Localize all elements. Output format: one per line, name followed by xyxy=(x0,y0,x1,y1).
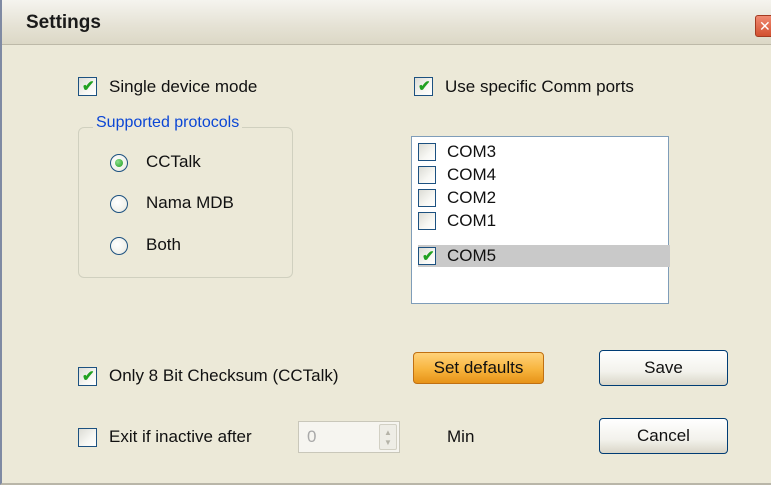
list-item-com4[interactable]: COM4 xyxy=(418,164,670,186)
checkmark-icon: ✔ xyxy=(422,248,435,265)
checkmark-icon: ✔ xyxy=(82,78,95,95)
radio-cctalk-label: CCTalk xyxy=(146,152,201,171)
com4-label: COM4 xyxy=(447,165,497,184)
single-device-checkbox[interactable]: ✔ xyxy=(78,77,97,96)
set-defaults-button[interactable]: Set defaults xyxy=(413,352,544,384)
title-bar[interactable]: Settings ✕ xyxy=(2,0,771,45)
checkmark-icon: ✔ xyxy=(82,368,95,385)
list-item-com5[interactable]: ✔ COM5 xyxy=(418,245,670,267)
exit-inactive-checkbox[interactable] xyxy=(78,428,97,447)
protocols-legend: Supported protocols xyxy=(93,114,243,132)
list-item-com3[interactable]: COM3 xyxy=(418,141,670,163)
com1-label: COM1 xyxy=(447,211,497,230)
list-item-com1[interactable]: COM1 xyxy=(418,210,670,232)
com2-label: COM2 xyxy=(447,188,497,207)
list-item-com2[interactable]: COM2 xyxy=(418,187,670,209)
spin-buttons[interactable]: ▲ ▼ xyxy=(379,424,397,450)
checksum-checkbox[interactable]: ✔ xyxy=(78,367,97,386)
radio-selected-dot-icon xyxy=(115,159,123,167)
exit-inactive-label: Exit if inactive after xyxy=(109,427,252,446)
window-title: Settings xyxy=(26,12,101,33)
com5-checkbox[interactable]: ✔ xyxy=(418,247,436,265)
save-button[interactable]: Save xyxy=(599,350,728,386)
settings-dialog: Settings ✕ ✔ Single device mode Supporte… xyxy=(0,0,771,485)
com1-checkbox[interactable] xyxy=(418,212,436,230)
spin-up-icon[interactable]: ▲ xyxy=(384,428,392,437)
radio-nama-mdb[interactable] xyxy=(110,195,128,213)
radio-both[interactable] xyxy=(110,237,128,255)
close-button[interactable]: ✕ xyxy=(755,15,771,37)
com3-checkbox[interactable] xyxy=(418,143,436,161)
comm-ports-checkbox[interactable]: ✔ xyxy=(414,77,433,96)
com2-checkbox[interactable] xyxy=(418,189,436,207)
radio-cctalk[interactable] xyxy=(110,154,128,172)
checkmark-icon: ✔ xyxy=(418,78,431,95)
com3-label: COM3 xyxy=(447,142,497,161)
cancel-button[interactable]: Cancel xyxy=(599,418,728,454)
inactive-minutes-value: 0 xyxy=(307,427,317,446)
single-device-label: Single device mode xyxy=(109,77,258,96)
checksum-label: Only 8 Bit Checksum (CCTalk) xyxy=(109,366,339,385)
comm-ports-label: Use specific Comm ports xyxy=(445,77,634,96)
close-icon: ✕ xyxy=(759,18,771,34)
com4-checkbox[interactable] xyxy=(418,166,436,184)
radio-nama-mdb-label: Nama MDB xyxy=(146,193,234,212)
spin-down-icon[interactable]: ▼ xyxy=(384,438,392,447)
inactive-minutes-stepper[interactable]: 0 ▲ ▼ xyxy=(298,421,400,453)
minutes-unit-label: Min xyxy=(447,427,475,446)
radio-both-label: Both xyxy=(146,235,181,254)
comm-ports-listbox[interactable]: COM3 COM4 COM2 COM1 ✔ COM5 xyxy=(411,136,670,304)
com5-label: COM5 xyxy=(447,246,497,265)
